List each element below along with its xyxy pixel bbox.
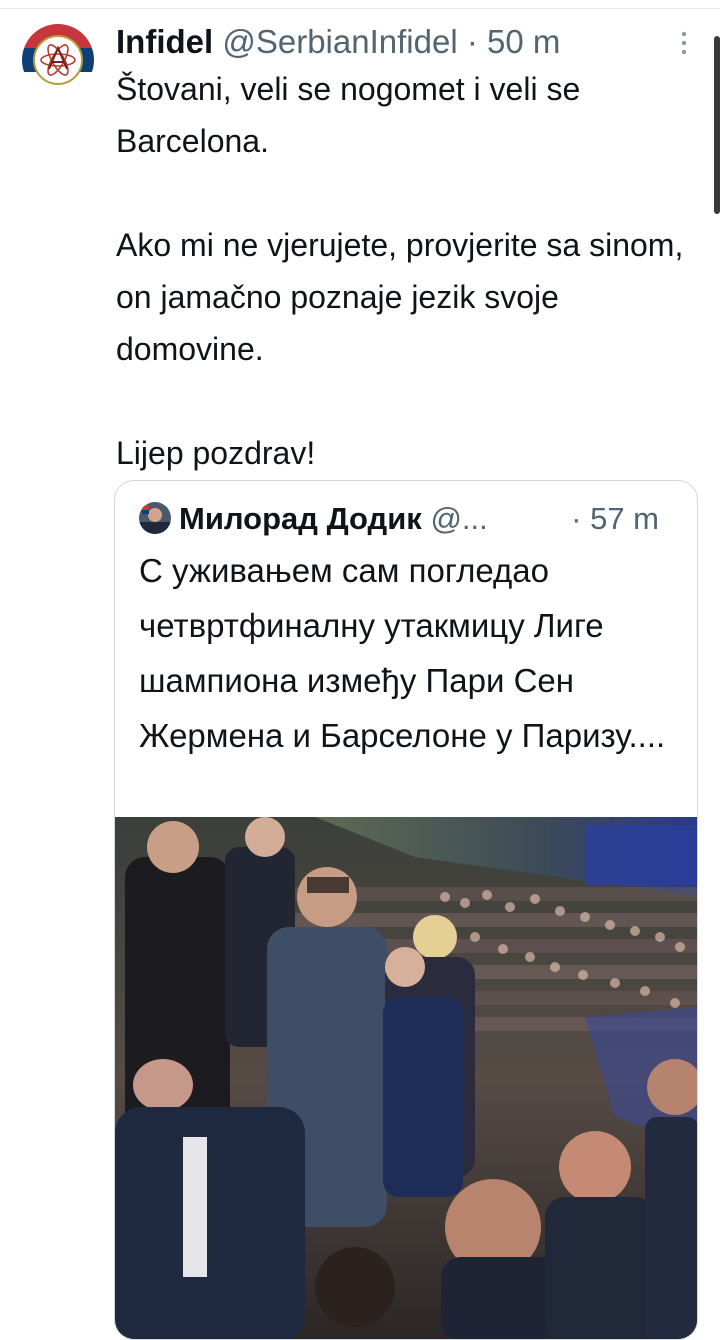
top-divider — [0, 8, 720, 9]
stadium-crowd-photo — [115, 817, 697, 1339]
tweet-text: Štovani, veli se nogomet i veli se Barce… — [116, 63, 696, 479]
scrollbar[interactable] — [714, 36, 720, 214]
quoted-tweet-media[interactable] — [115, 817, 697, 1339]
quoted-tweet-text: С уживањем сам погледао четвртфиналну ут… — [139, 552, 666, 754]
tweet-paragraph: Ako mi ne vjerujete, provjerite sa sinom… — [116, 227, 684, 367]
atom-emblem-avatar-icon — [22, 24, 94, 96]
quoted-author-handle: @... — [430, 501, 488, 536]
quoted-author-avatar — [139, 502, 171, 534]
tweet-time[interactable]: 50 m — [487, 23, 560, 60]
tweet-paragraph: Štovani, veli se nogomet i veli se Barce… — [116, 71, 581, 159]
quoted-tweet-time-group: · 57 m — [571, 497, 659, 541]
quoted-tweet-card[interactable]: Милорад Додик @... · 57 m С уживањем сам… — [114, 480, 698, 1340]
more-vertical-icon[interactable] — [678, 30, 690, 56]
author-handle[interactable]: @SerbianInfidel — [222, 23, 457, 60]
quoted-header-separator: · — [571, 501, 582, 536]
tweet-header: Infidel @SerbianInfidel · 50 m — [116, 20, 676, 64]
header-separator: · — [466, 23, 478, 60]
quoted-tweet-time: 57 m — [590, 501, 659, 536]
author-name[interactable]: Infidel — [116, 23, 213, 60]
author-avatar[interactable] — [22, 24, 94, 96]
quoted-author-name: Милорад Додик — [179, 501, 422, 536]
quoted-tweet-header: Милорад Додик @... · 57 m — [139, 497, 679, 541]
tweet-paragraph: Lijep pozdrav! — [116, 435, 316, 471]
